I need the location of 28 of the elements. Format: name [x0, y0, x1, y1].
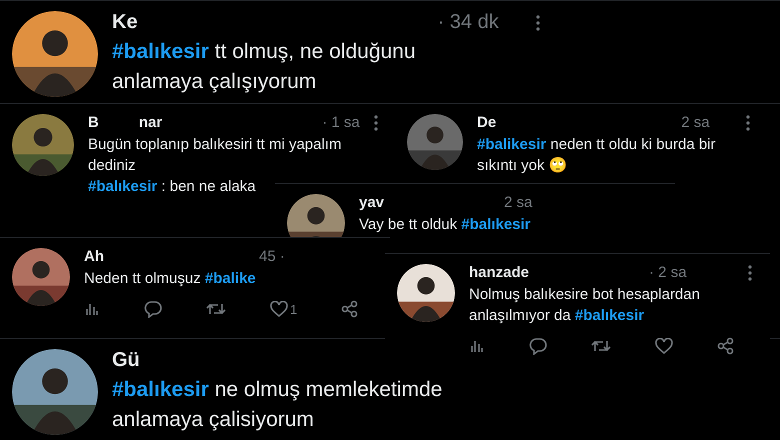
tweet-text: Bugün toplanıp balıkesiri tt mi yapalım	[88, 135, 342, 155]
tweet-time: · 34 dk	[438, 11, 499, 34]
tweet-text: anlamaya çalisiyorum	[112, 407, 315, 433]
tweet-time: 2 sa	[504, 194, 532, 211]
user-name[interactable]: Gü	[112, 349, 140, 372]
tweet-text: Vay be tt olduk #balıkesir	[359, 215, 532, 235]
user-name[interactable]: yav	[359, 194, 384, 211]
tweet-time: 2 sa	[681, 114, 710, 131]
tweet-text: Nolmuş balıkesire bot hesaplardan	[469, 285, 701, 305]
tweet-text: Neden tt olmuşuz #balike	[84, 269, 257, 289]
tweet-time: · 1 sa	[322, 114, 360, 131]
user-name[interactable]: B	[88, 114, 99, 131]
tweet-text: dediniz	[88, 156, 137, 176]
user-name[interactable]: nar	[138, 114, 162, 131]
user-name[interactable]: Ah	[84, 248, 104, 265]
tweet-text: anlamaya çalışıyorum	[112, 69, 318, 95]
user-name[interactable]: hanzade	[469, 264, 530, 281]
tweet-text: #balıkesir ne olmuş memleketimde	[112, 377, 444, 403]
tweet-text: anlaşılmıyor da #balıkesir	[469, 306, 646, 326]
like-count: 1	[290, 302, 298, 316]
tweet-text: sıkıntı yok 🙄	[477, 156, 569, 176]
user-name[interactable]: De	[477, 114, 496, 131]
tweet-text: #balıkesir : ben ne alaka	[88, 177, 257, 197]
user-name[interactable]: Ke	[112, 11, 138, 34]
tweet-text: #balikesir neden tt oldu ki burda bir	[477, 135, 716, 155]
tweet-time: · 2 sa	[649, 264, 687, 281]
tweet-time: 45 ·	[259, 248, 285, 265]
tweet-text: #balıkesir tt olmuş, ne olduğunu	[112, 39, 417, 65]
